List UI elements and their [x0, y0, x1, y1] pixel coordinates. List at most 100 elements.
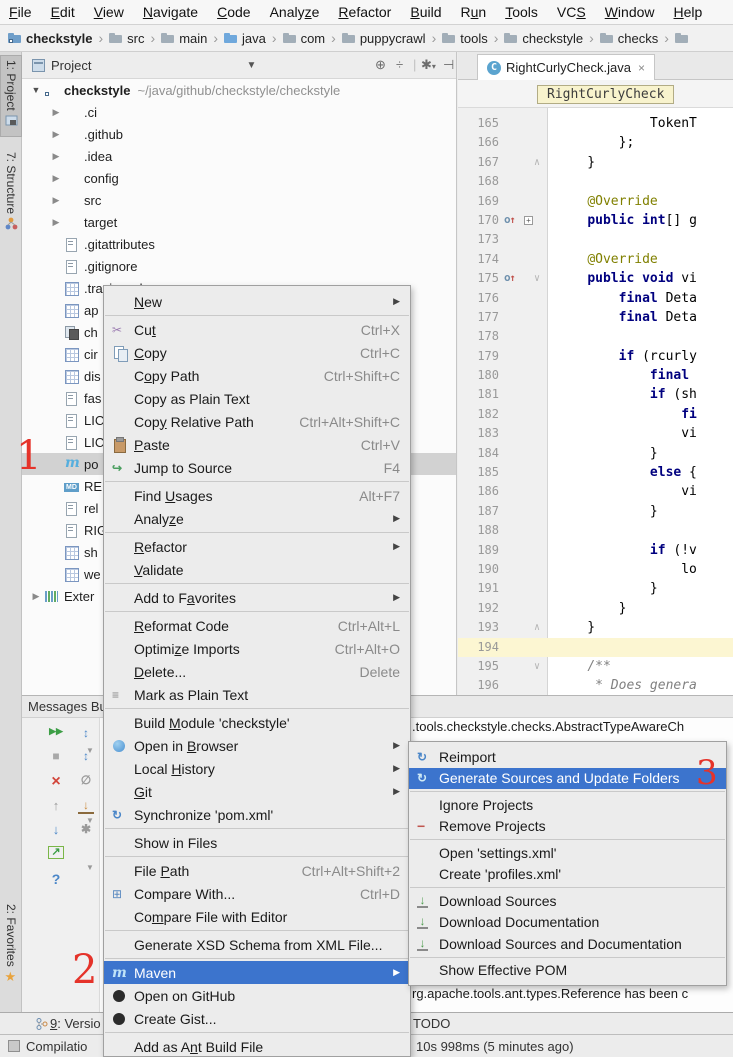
menubar-item-run[interactable]: Run	[461, 4, 487, 20]
context-menu-item-paste[interactable]: PasteCtrl+V	[104, 433, 410, 456]
context-menu-item-find-usages[interactable]: Find UsagesAlt+F7	[104, 484, 410, 507]
breadcrumb-item-item[interactable]	[675, 32, 689, 44]
breadcrumb-item-com[interactable]: com	[283, 31, 326, 46]
tree-chevron-icon[interactable]: ▼	[28, 85, 44, 95]
hide-panel-icon[interactable]: ⊣	[443, 57, 454, 73]
code-line[interactable]: 182 fi	[458, 405, 733, 424]
menubar-item-vcs[interactable]: VCS	[557, 4, 586, 20]
code-line[interactable]: 184 }	[458, 444, 733, 463]
tool-button-favorites[interactable]: 2: Favorites ★	[0, 904, 22, 1009]
tree-chevron-icon[interactable]: ▶	[28, 591, 44, 602]
tree-item-config[interactable]: ▶config	[22, 167, 456, 189]
menubar-item-edit[interactable]: Edit	[51, 4, 75, 20]
context-menu-item-add-to-favorites[interactable]: Add to Favorites▶	[104, 586, 410, 609]
context-menu-item-show-in-files[interactable]: Show in Files	[104, 831, 410, 854]
context-menu-item-compare-with[interactable]: ⊞Compare With...Ctrl+D	[104, 882, 410, 905]
code-line[interactable]: 177 final Deta	[458, 308, 733, 327]
next-message-icon[interactable]: ↓	[48, 822, 64, 837]
menubar-item-analyze[interactable]: Analyze	[270, 4, 320, 20]
code-line[interactable]: 179 if (rcurly	[458, 347, 733, 366]
menubar-item-window[interactable]: Window	[605, 4, 655, 20]
close-icon[interactable]: ×	[48, 773, 64, 791]
code-line[interactable]: 195∨ /**	[458, 657, 733, 676]
context-menu-item-cut[interactable]: ✂CutCtrl+X	[104, 318, 410, 341]
code-line[interactable]: 185 else {	[458, 463, 733, 482]
gear-icon[interactable]: ✱▾	[421, 57, 436, 73]
context-menu-item-delete[interactable]: Delete...Delete	[104, 660, 410, 683]
breadcrumb-item-src[interactable]: src	[109, 31, 144, 46]
submenu-item-download-sources[interactable]: ↓Download Sources	[409, 890, 726, 912]
menubar-item-navigate[interactable]: Navigate	[143, 4, 198, 20]
code-line[interactable]: 170o↑+ public int[] g	[458, 211, 733, 230]
tool-button-todo[interactable]: TODO	[413, 1016, 450, 1031]
submenu-item-generate-sources-and-update-folders[interactable]: ↻Generate Sources and Update Folders	[409, 768, 726, 790]
code-line[interactable]: 192 }	[458, 599, 733, 618]
context-menu-item-git[interactable]: Git▶	[104, 780, 410, 803]
code-line[interactable]: 194	[458, 638, 733, 657]
code-line[interactable]: 183 vi	[458, 424, 733, 443]
code-line[interactable]: 189 if (!v	[458, 541, 733, 560]
tree-chevron-icon[interactable]: ▶	[48, 129, 64, 140]
tree-item-checkstyle[interactable]: ▼checkstyle~/java/github/checkstyle/chec…	[22, 79, 456, 101]
context-menu-item-mark-as-plain-text[interactable]: ≡Mark as Plain Text	[104, 683, 410, 706]
code-line[interactable]: 169 @Override	[458, 192, 733, 211]
override-icon[interactable]: o↑	[504, 213, 516, 228]
menubar-item-file[interactable]: File	[9, 4, 32, 20]
export-icon[interactable]: ↗	[48, 846, 64, 859]
close-tab-icon[interactable]: ×	[638, 61, 645, 75]
submenu-item-ignore-projects[interactable]: Ignore Projects	[409, 794, 726, 816]
tree-chevron-icon[interactable]: ▶	[48, 107, 64, 118]
breadcrumb-item-puppycrawl[interactable]: puppycrawl	[342, 31, 426, 46]
context-menu-item-local-history[interactable]: Local History▶	[104, 757, 410, 780]
submenu-item-download-documentation[interactable]: ↓Download Documentation	[409, 912, 726, 934]
breadcrumb-item-checkstyle[interactable]: checkstyle	[504, 31, 583, 46]
context-menu-item-refactor[interactable]: Refactor▶	[104, 535, 410, 558]
tree-item-target[interactable]: ▶target	[22, 211, 456, 233]
breadcrumb-item-java[interactable]: java	[224, 31, 266, 46]
code-line[interactable]: 178	[458, 327, 733, 346]
tree-item-gitattributes[interactable]: .gitattributes	[22, 233, 456, 255]
submenu-item-open-settings-xml[interactable]: Open 'settings.xml'	[409, 842, 726, 864]
editor-tab[interactable]: C RightCurlyCheck.java ×	[477, 54, 655, 80]
rerun-icon[interactable]: ▶▶	[48, 726, 64, 737]
breadcrumb-item-checkstyle[interactable]: checkstyle	[8, 31, 93, 46]
locate-icon[interactable]: ⊕	[375, 57, 386, 73]
code-line[interactable]: 166 };	[458, 133, 733, 152]
context-menu-item-jump-to-source[interactable]: ↪Jump to SourceF4	[104, 456, 410, 479]
menubar-item-refactor[interactable]: Refactor	[338, 4, 391, 20]
code-line[interactable]: 191 }	[458, 579, 733, 598]
submenu-item-reimport[interactable]: ↻Reimport	[409, 746, 726, 768]
tool-button-structure[interactable]: 7: Structure	[0, 152, 22, 262]
expand-all-icon[interactable]: ↕	[78, 726, 94, 740]
help-icon[interactable]: ?	[48, 871, 64, 887]
menubar-item-view[interactable]: View	[94, 4, 124, 20]
context-menu-item-copy-path[interactable]: Copy PathCtrl+Shift+C	[104, 364, 410, 387]
fold-arrow-icon[interactable]: ∨	[534, 269, 540, 288]
menubar-item-build[interactable]: Build	[410, 4, 441, 20]
code-line[interactable]: 180 final	[458, 366, 733, 385]
code-line[interactable]: 181 if (sh	[458, 385, 733, 404]
submenu-item-remove-projects[interactable]: −Remove Projects	[409, 816, 726, 838]
submenu-item-download-sources-and-documentation[interactable]: ↓Download Sources and Documentation	[409, 933, 726, 955]
fold-arrow-icon[interactable]: ∧	[534, 618, 540, 637]
editor-breadcrumb-item[interactable]: RightCurlyCheck	[537, 85, 674, 104]
code-line[interactable]: 176 final Deta	[458, 289, 733, 308]
code-line[interactable]: 187 }	[458, 502, 733, 521]
hide-warnings-icon[interactable]: ∅	[78, 773, 94, 787]
tree-item-github[interactable]: ▶.github	[22, 123, 456, 145]
messages-tab-label[interactable]: Messages Bu	[28, 699, 107, 714]
tree-item-idea[interactable]: ▶.idea	[22, 145, 456, 167]
code-line[interactable]: 167∧ }	[458, 153, 733, 172]
tool-button-project[interactable]: 1: Project	[0, 55, 22, 137]
code-line[interactable]: 175o↑∨ public void vi	[458, 269, 733, 288]
code-line[interactable]: 165 TokenT	[458, 114, 733, 133]
tree-item-gitignore[interactable]: .gitignore	[22, 255, 456, 277]
breadcrumb-item-checks[interactable]: checks	[600, 31, 658, 46]
context-menu-item-maven[interactable]: mMaven▶	[104, 961, 410, 984]
context-menu-item-copy-relative-path[interactable]: Copy Relative PathCtrl+Alt+Shift+C	[104, 410, 410, 433]
code-line[interactable]: 168	[458, 172, 733, 191]
code-line[interactable]: 174 @Override	[458, 250, 733, 269]
code-area[interactable]: 165 TokenT166 };167∧ }168169 @Override17…	[458, 108, 733, 695]
tree-item-ci[interactable]: ▶.ci	[22, 101, 456, 123]
context-menu-item-optimize-imports[interactable]: Optimize ImportsCtrl+Alt+O	[104, 637, 410, 660]
